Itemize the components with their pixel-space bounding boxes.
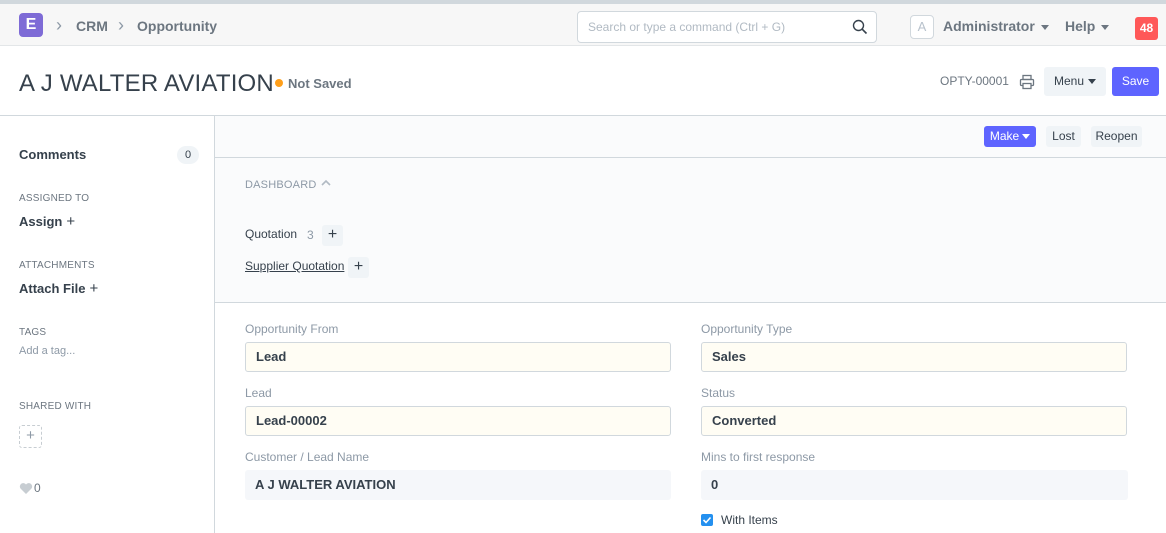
heart-icon[interactable] (19, 482, 33, 495)
add-supplier-quotation-button[interactable]: + (348, 257, 369, 278)
search-icon (852, 19, 868, 35)
add-share-button[interactable]: + (19, 425, 42, 448)
status-label: Status (701, 386, 736, 400)
lead-label: Lead (245, 386, 272, 400)
status-indicator-dot (275, 79, 283, 87)
lost-button[interactable]: Lost (1046, 126, 1081, 147)
add-tag-input[interactable]: Add a tag... (19, 345, 75, 357)
opportunity-type-label: Opportunity Type (701, 322, 793, 336)
comments-count: 0 (177, 146, 199, 164)
form-action-bar: Make Lost Reopen (215, 116, 1166, 158)
comments-label[interactable]: Comments (19, 147, 86, 162)
help-menu[interactable]: Help (1065, 18, 1110, 34)
mins-to-first-response-value: 0 (701, 470, 1128, 500)
status-indicator: Not Saved (288, 76, 352, 91)
search-placeholder: Search or type a command (Ctrl + G) (588, 20, 786, 34)
print-icon[interactable] (1019, 74, 1035, 90)
opportunity-from-label: Opportunity From (245, 322, 339, 336)
add-quotation-button[interactable]: + (322, 225, 343, 246)
assign-button[interactable]: Assign + (19, 213, 75, 230)
search-input[interactable]: Search or type a command (Ctrl + G) (577, 11, 877, 43)
reopen-button[interactable]: Reopen (1091, 126, 1142, 147)
breadcrumb-opportunity[interactable]: Opportunity (137, 18, 217, 34)
quotation-count: 3 (307, 228, 314, 242)
app-logo[interactable]: E (19, 13, 43, 37)
supplier-quotation-link[interactable]: Supplier Quotation (245, 259, 344, 273)
notifications-badge[interactable]: 48 (1135, 17, 1158, 40)
form-sidebar: Comments 0 ASSIGNED TO Assign + ATTACHMEN… (0, 116, 215, 533)
avatar[interactable]: A (910, 15, 934, 39)
dashboard-section: DASHBOARD Quotation 3 + Supplier Quotati… (215, 158, 1166, 303)
document-name: OPTY-00001 (940, 74, 1009, 88)
menu-label: Menu (1053, 74, 1085, 88)
plus-icon: + (66, 213, 76, 230)
make-label: Make (989, 129, 1020, 143)
lead-field[interactable]: Lead-00002 (245, 406, 671, 436)
chevron-right-icon: › (118, 15, 124, 35)
opportunity-type-field[interactable]: Sales (701, 342, 1127, 372)
breadcrumb-crm[interactable]: CRM (76, 18, 108, 34)
mins-to-first-response-label: Mins to first response (701, 450, 816, 464)
caret-down-icon (1022, 134, 1031, 140)
plus-icon: + (89, 280, 99, 297)
save-button[interactable]: Save (1112, 67, 1159, 96)
attach-file-button[interactable]: Attach File + (19, 280, 98, 297)
chevron-up-icon[interactable] (320, 177, 332, 189)
make-button[interactable]: Make (984, 126, 1036, 147)
customer-lead-name-value: A J WALTER AVIATION (245, 470, 671, 500)
opportunity-from-field[interactable]: Lead (245, 342, 671, 372)
caret-down-icon (1040, 24, 1049, 30)
assign-label: Assign (19, 214, 63, 229)
caret-down-icon (1101, 24, 1110, 30)
form-main: Make Lost Reopen DASHBOARD Quotation 3 +… (215, 116, 1166, 533)
dashboard-title[interactable]: DASHBOARD (245, 179, 316, 191)
status-field[interactable]: Converted (701, 406, 1127, 436)
user-name: Administrator (943, 18, 1035, 34)
user-menu[interactable]: Administrator (943, 18, 1049, 34)
tags-label: TAGS (19, 327, 47, 338)
caret-down-icon (1088, 79, 1097, 85)
help-label: Help (1065, 18, 1096, 34)
attach-file-label: Attach File (19, 281, 86, 296)
attachments-label: ATTACHMENTS (19, 260, 95, 271)
shared-with-label: SHARED WITH (19, 401, 92, 412)
likes-count: 0 (34, 481, 41, 495)
chevron-right-icon: › (56, 15, 62, 35)
quotation-link[interactable]: Quotation (245, 227, 297, 241)
with-items-label: With Items (721, 513, 778, 527)
customer-lead-name-label: Customer / Lead Name (245, 450, 370, 464)
page-title: A J WALTER AVIATION (19, 70, 274, 97)
checkmark-icon (702, 516, 712, 524)
assigned-to-label: ASSIGNED TO (19, 193, 90, 204)
with-items-checkbox[interactable] (701, 514, 713, 526)
page-head: A J WALTER AVIATION Not Saved OPTY-00001… (0, 46, 1166, 116)
menu-button[interactable]: Menu (1044, 67, 1106, 96)
top-navbar: E › CRM › Opportunity Search or type a c… (0, 0, 1166, 46)
